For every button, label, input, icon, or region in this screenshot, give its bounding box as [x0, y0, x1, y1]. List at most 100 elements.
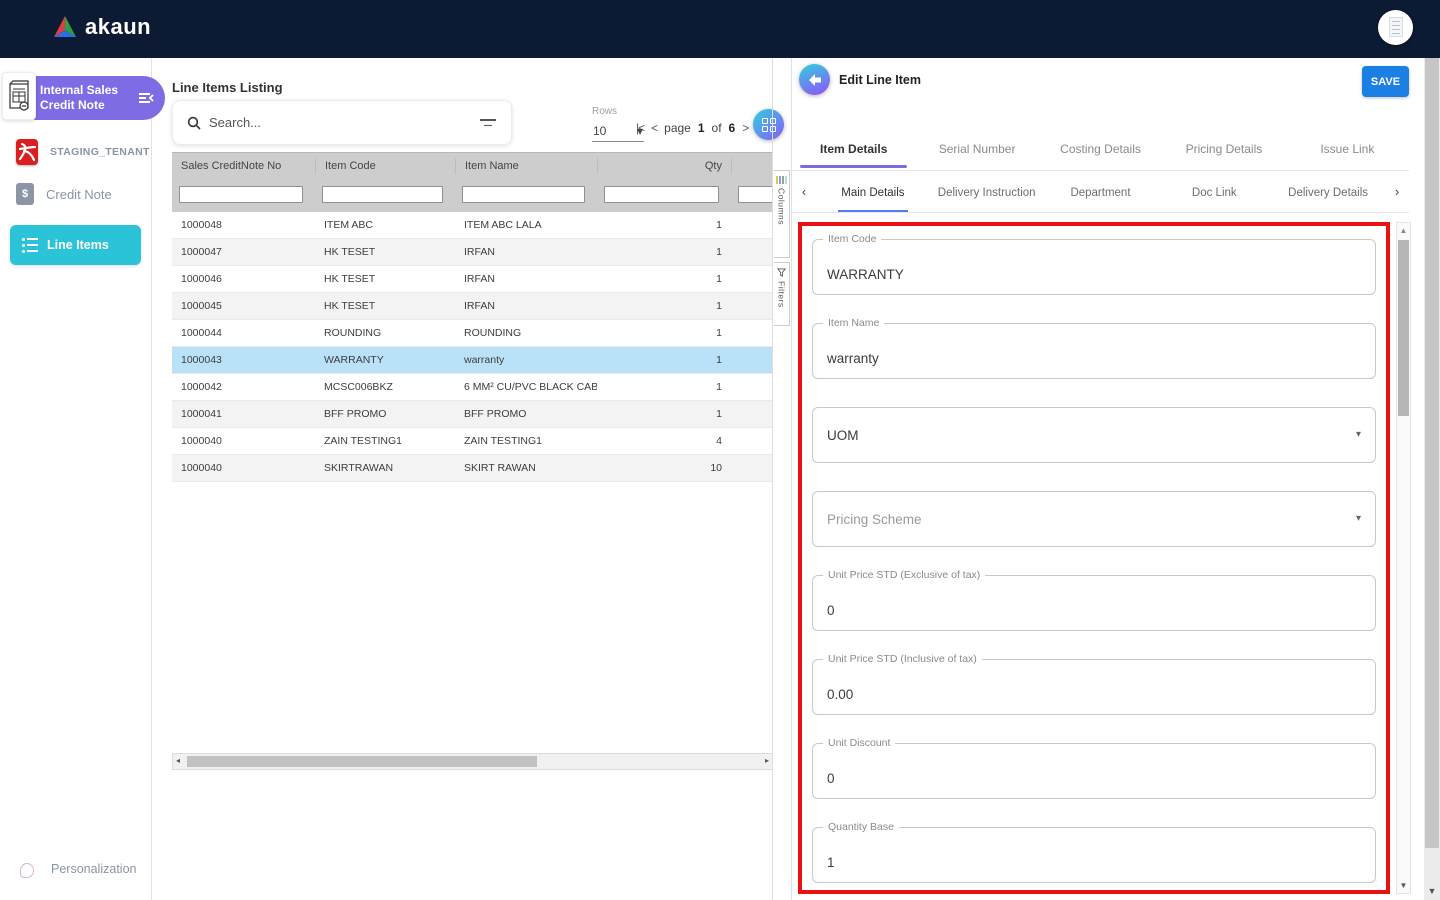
table-row[interactable]: 1000042 MCSC006BKZ 6 MM² CU/PVC BLACK CA…	[172, 374, 773, 401]
table-row[interactable]: 1000041 BFF PROMO BFF PROMO 1	[172, 401, 773, 428]
tab-costing-details[interactable]: Costing Details	[1039, 126, 1162, 166]
personalization-icon	[20, 861, 35, 877]
line-items-listing-panel: Line Items Listing Rows 10 ▾ |< < page 1…	[168, 58, 790, 900]
tab-item-details[interactable]: Item Details	[792, 126, 915, 166]
column-filter-input[interactable]	[179, 186, 303, 203]
columns-tab-label: Columns	[777, 188, 787, 225]
list-icon	[22, 238, 38, 253]
subtab-delivery-details[interactable]: Delivery Details	[1271, 171, 1385, 212]
cell-item-code: ZAIN TESTING1	[315, 435, 455, 447]
horizontal-scrollbar-thumb[interactable]	[187, 756, 537, 767]
scroll-down-icon[interactable]: ▼	[1424, 886, 1440, 896]
caret-down-icon: ▾	[1356, 429, 1361, 440]
line-items-table: Sales CreditNote No Item Code Item Name …	[172, 152, 773, 482]
sidebar-item-credit-note[interactable]: $ Credit Note	[0, 180, 152, 208]
sidebar-item-line-items[interactable]: Line Items	[10, 225, 141, 265]
unit-price-exclusive-field[interactable]: Unit Price STD (Exclusive of tax) 0	[812, 575, 1376, 631]
cell-qty: 4	[597, 435, 731, 447]
cell-creditnote-no: 1000047	[172, 246, 315, 258]
item-name-field[interactable]: Item Name warranty	[812, 323, 1376, 379]
unit-discount-field[interactable]: Unit Discount 0	[812, 743, 1376, 799]
cell-item-code: HK TESET	[315, 300, 455, 312]
brand-logo[interactable]: akaun	[52, 14, 151, 40]
cell-creditnote-no: 1000043	[172, 354, 315, 366]
uom-select[interactable]: UOM ▾	[812, 407, 1376, 463]
table-row[interactable]: 1000040 SKIRTRAWAN SKIRT RAWAN 10	[172, 455, 773, 482]
tab-pricing-details[interactable]: Pricing Details	[1162, 126, 1285, 166]
collapse-menu-icon[interactable]	[129, 81, 163, 115]
quantity-base-field[interactable]: Quantity Base 1	[812, 827, 1376, 883]
prev-page-button[interactable]: <	[651, 121, 657, 135]
column-header[interactable]: Sales CreditNote No	[172, 158, 315, 174]
subtab-delivery-instruction[interactable]: Delivery Instruction	[930, 171, 1044, 212]
columns-tab[interactable]: Columns	[774, 170, 790, 258]
cell-qty: 1	[597, 300, 731, 312]
column-header[interactable]: Qty	[597, 158, 731, 174]
tab-issue-link[interactable]: Issue Link	[1286, 126, 1409, 166]
main-details-form: Item Code WARRANTY Item Name warranty UO…	[798, 222, 1390, 894]
save-button[interactable]: SAVE	[1362, 66, 1409, 97]
cell-item-code: ITEM ABC	[315, 219, 455, 231]
page-scrollbar[interactable]: ▼	[1424, 58, 1440, 900]
table-row[interactable]: 1000048 ITEM ABC ITEM ABC LALA 1	[172, 212, 773, 239]
scroll-right-icon[interactable]: ▸	[765, 756, 769, 765]
user-avatar[interactable]	[1378, 10, 1413, 45]
column-filter-input[interactable]	[604, 186, 719, 203]
horizontal-scrollbar[interactable]: ◂ ▸	[172, 753, 773, 770]
cell-item-code: HK TESET	[315, 273, 455, 285]
column-filter-input[interactable]	[738, 186, 773, 203]
table-row-selected[interactable]: 1000043 WARRANTY warranty 1	[172, 347, 773, 374]
column-filter-input[interactable]	[322, 186, 443, 203]
unit-price-inclusive-field[interactable]: Unit Price STD (Inclusive of tax) 0.00	[812, 659, 1376, 715]
column-header[interactable]: Item Code	[315, 158, 455, 174]
scroll-down-icon[interactable]: ▼	[1397, 881, 1410, 890]
edit-line-item-panel: Edit Line Item SAVE Item Details Serial …	[791, 58, 1424, 900]
search-input[interactable]	[209, 115, 471, 130]
table-row[interactable]: 1000047 HK TESET IRFAN 1	[172, 239, 773, 266]
table-row[interactable]: 1000044 ROUNDING ROUNDING 1	[172, 320, 773, 347]
item-code-field[interactable]: Item Code WARRANTY	[812, 239, 1376, 295]
cell-item-code: MCSC006BKZ	[315, 381, 455, 393]
scroll-up-icon[interactable]: ▲	[1397, 226, 1410, 235]
subtab-department[interactable]: Department	[1044, 171, 1158, 212]
receipt-icon	[7, 78, 31, 114]
cell-creditnote-no: 1000045	[172, 300, 315, 312]
column-filter-input[interactable]	[462, 186, 585, 203]
field-value: warranty	[827, 351, 879, 366]
back-arrow-icon	[807, 73, 823, 87]
filters-tab[interactable]: Filters	[774, 262, 790, 326]
table-row[interactable]: 1000045 HK TESET IRFAN 1	[172, 293, 773, 320]
table-row[interactable]: 1000040 ZAIN TESTING1 ZAIN TESTING1 4	[172, 428, 773, 455]
back-button[interactable]	[799, 64, 830, 95]
sidebar-item-internal-sales-credit-note[interactable]: Internal Sales Credit Note	[28, 76, 165, 120]
page-scrollbar-thumb[interactable]	[1425, 58, 1439, 848]
scroll-left-icon[interactable]: ◂	[176, 756, 180, 765]
credit-note-module-icon[interactable]	[2, 72, 36, 120]
pricing-scheme-select[interactable]: Pricing Scheme ▾	[812, 491, 1376, 547]
page-of-label: of	[712, 121, 722, 135]
filter-list-icon[interactable]	[479, 119, 497, 126]
form-scrollbar-thumb[interactable]	[1398, 240, 1409, 416]
cell-item-name: IRFAN	[455, 273, 597, 285]
tab-serial-number[interactable]: Serial Number	[915, 126, 1038, 166]
subtab-doc-link[interactable]: Doc Link	[1157, 171, 1271, 212]
subtabs-scroll-left-icon[interactable]: ‹	[792, 184, 816, 199]
cell-qty: 1	[597, 246, 731, 258]
cell-creditnote-no: 1000040	[172, 435, 315, 447]
sidebar-item-personalization[interactable]: Personalization	[20, 861, 136, 877]
rows-label: Rows	[592, 106, 652, 117]
cell-creditnote-no: 1000041	[172, 408, 315, 420]
module-label: Internal Sales Credit Note	[28, 83, 132, 113]
field-value: Pricing Scheme	[827, 512, 922, 527]
editor-subtabs: ‹ Main Details Delivery Instruction Depa…	[792, 170, 1409, 213]
subtabs-scroll-right-icon[interactable]: ›	[1385, 184, 1409, 199]
sidebar-item-tenant[interactable]: STAGING_TENANT	[0, 138, 152, 166]
form-scrollbar[interactable]: ▲ ▼	[1396, 222, 1411, 894]
credit-note-label: Credit Note	[46, 187, 112, 202]
first-page-button[interactable]: |<	[636, 121, 644, 135]
column-header[interactable]: Item Name	[455, 158, 597, 174]
search-box[interactable]	[172, 100, 512, 145]
table-row[interactable]: 1000046 HK TESET IRFAN 1	[172, 266, 773, 293]
next-page-button[interactable]: >	[742, 121, 748, 135]
subtab-main-details[interactable]: Main Details	[816, 171, 930, 212]
